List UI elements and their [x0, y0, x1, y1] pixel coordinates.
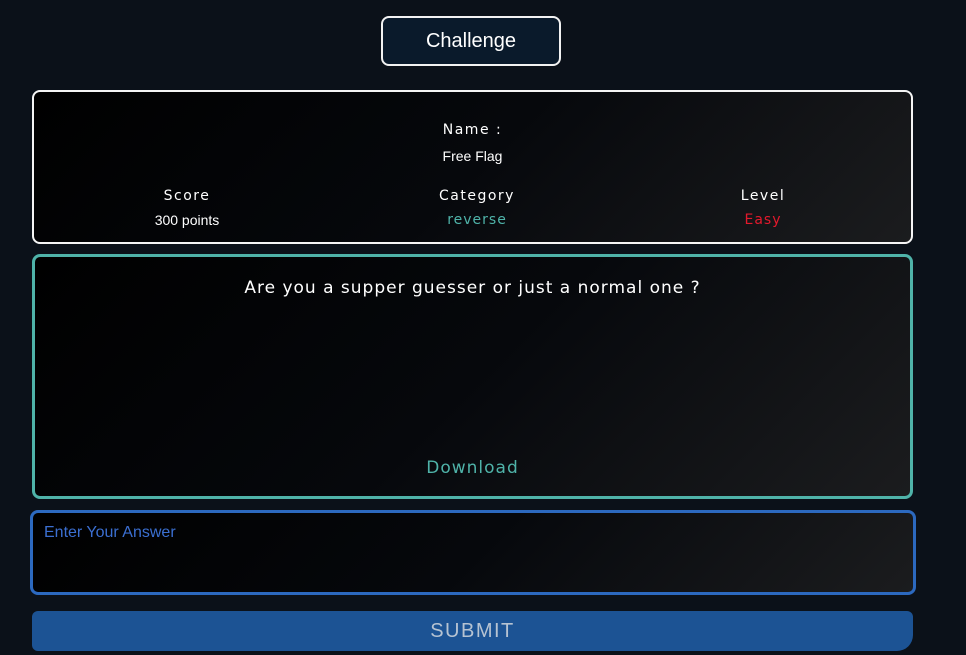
- level-stat: Level Easy: [663, 188, 863, 228]
- challenge-description-card: Are you a supper guesser or just a norma…: [32, 254, 913, 499]
- level-label: Level: [740, 188, 786, 204]
- score-label: Score: [163, 188, 211, 204]
- download-link[interactable]: Download: [35, 458, 910, 478]
- submit-button[interactable]: SUBMIT: [32, 611, 913, 651]
- challenge-description: Are you a supper guesser or just a norma…: [244, 278, 701, 298]
- level-value: Easy: [744, 212, 782, 228]
- challenge-title-button[interactable]: Challenge: [381, 16, 561, 66]
- category-value: reverse: [447, 212, 507, 228]
- score-stat: Score 300 points: [87, 188, 287, 228]
- name-label: Name :: [442, 122, 503, 138]
- category-label: Category: [439, 188, 515, 204]
- score-value: 300 points: [154, 212, 220, 228]
- challenge-info-card: Name : Free Flag Score 300 points Catego…: [32, 90, 913, 244]
- challenge-name: Free Flag: [442, 148, 503, 164]
- category-stat: Category reverse: [377, 188, 577, 228]
- answer-input[interactable]: [30, 510, 916, 595]
